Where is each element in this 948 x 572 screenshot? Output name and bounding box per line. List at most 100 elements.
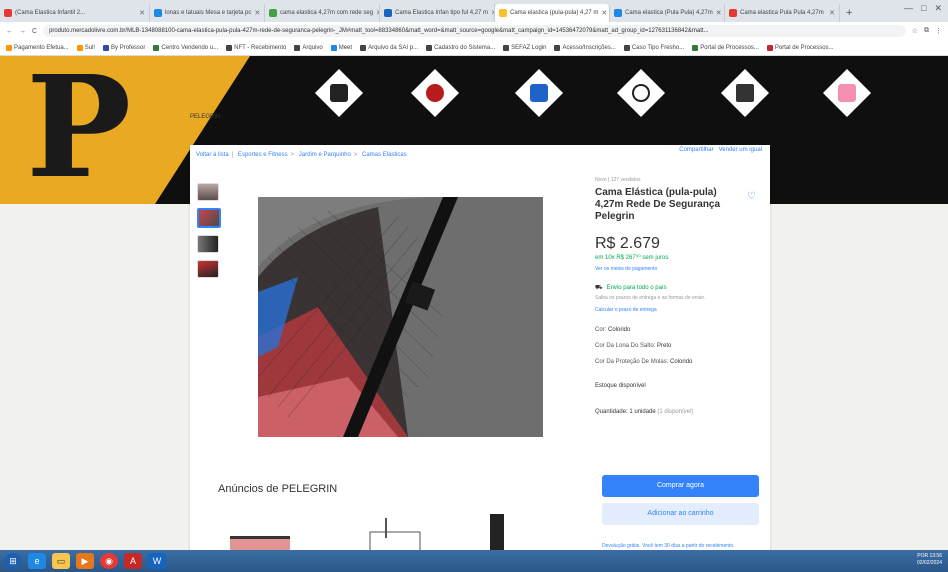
bookmark-item[interactable]: SEFAZ Login — [503, 44, 546, 51]
close-tab-icon[interactable]: ✕ — [601, 9, 607, 17]
product-price: R$ 2.679 — [595, 235, 660, 252]
start-button[interactable]: ⊞ — [4, 553, 22, 569]
bookmark-item[interactable]: Meet — [330, 44, 352, 51]
url-field[interactable]: produto.mercadolivre.com.br/MLB-13480881… — [43, 25, 906, 37]
bookmark-item[interactable]: Arquivo — [294, 44, 323, 51]
maximize-icon[interactable]: □ — [921, 3, 926, 14]
browser-tab[interactable]: Cama Elastica Infan tipo ful 4,27 m✕ — [380, 4, 495, 22]
thumbnail[interactable] — [197, 183, 219, 201]
tab-favicon — [4, 9, 12, 17]
close-tab-icon[interactable]: ✕ — [829, 9, 835, 17]
new-tab-button[interactable]: + — [840, 4, 858, 22]
close-tab-icon[interactable]: ✕ — [139, 9, 145, 17]
tab-title: (Cama Elastica Infantil 2... — [15, 10, 86, 16]
taskbar: ⊞ e ▭ ▶ ◉ A W POR 13:56 02/02/2024 — [0, 550, 948, 572]
word-icon[interactable]: W — [148, 553, 166, 569]
chrome-icon[interactable]: ◉ — [100, 553, 118, 569]
thumbnail[interactable] — [197, 260, 219, 278]
bookmark-item[interactable]: By Professor — [103, 44, 145, 51]
bookmark-icon — [623, 44, 630, 51]
breadcrumb-item[interactable]: Esportes e Fitness — [238, 152, 288, 158]
bookmark-icon — [330, 44, 337, 51]
share-links: Compartilhar Vender um igual — [679, 147, 762, 153]
browser-tab[interactable]: lonas e tatuais Mesa e tarjeta pc ✕ — [150, 4, 265, 22]
window-controls[interactable]: — □ ✕ — [904, 3, 942, 14]
bookmark-icon — [554, 44, 561, 51]
banner-letter: P — [26, 56, 132, 204]
breadcrumb-item[interactable]: Camas Elásticas — [362, 152, 407, 158]
browser-tab[interactable]: Cama elastica (pula-pula) 4,27 m ✕ — [495, 4, 610, 22]
shipping-title: Envio para todo o país — [606, 285, 667, 291]
thumbnail[interactable] — [197, 235, 219, 253]
attribute-mat-color: Cor Da Lona Do Salto: Preto — [595, 343, 672, 349]
shipping-note: Saiba os prazos de entrega e as formas d… — [595, 295, 706, 301]
folder-icon[interactable]: ▭ — [52, 553, 70, 569]
tab-favicon — [614, 9, 622, 17]
bookmark-icon — [503, 44, 510, 51]
share-link[interactable]: Compartilhar — [679, 147, 713, 153]
bookmark-item[interactable]: Caso Tipo Fresho... — [623, 44, 684, 51]
breadcrumb-item[interactable]: Jardim e Parquinho — [299, 152, 351, 158]
bookmark-item[interactable]: Cadastro do Sistema... — [426, 44, 495, 51]
tab-favicon — [269, 9, 277, 17]
bookmark-item[interactable]: NFT - Recebimento — [226, 44, 286, 51]
close-tab-icon[interactable]: ✕ — [254, 9, 260, 17]
bookmark-icon — [294, 44, 301, 51]
bookmark-icon — [103, 44, 110, 51]
shipping-calc-link[interactable]: Calcular o prazo de entrega — [595, 307, 765, 313]
bookmark-icon — [6, 44, 12, 51]
thumbnail[interactable] — [197, 208, 221, 228]
tab-favicon — [384, 9, 392, 17]
bookmark-item[interactable]: Sul! — [76, 44, 95, 51]
media-icon[interactable]: ▶ — [76, 553, 94, 569]
breadcrumb: Voltar à lista | Esportes e Fitness > Jard… — [196, 152, 407, 158]
browser-tab[interactable]: Cama elastica Pula Pula 4,27m ✕ — [725, 4, 840, 22]
bookmark-icon — [426, 44, 433, 51]
bookmark-item[interactable]: Arquivo da SAI p... — [360, 44, 418, 51]
sell-similar-link[interactable]: Vender um igual — [719, 147, 762, 153]
ie-icon[interactable]: e — [28, 553, 46, 569]
banner-pink-chair-icon — [822, 68, 872, 118]
reload-icon[interactable]: C — [32, 28, 37, 35]
tab-title: Cama elastica Pula Pula 4,27m — [740, 10, 824, 16]
banner-office-chair-icon — [720, 68, 770, 118]
banner-ball-icon — [410, 68, 460, 118]
banner-logo: PELEGRIN — [190, 104, 220, 120]
attribute-color: Cor: Colorido — [595, 327, 631, 333]
tab-favicon — [729, 9, 737, 17]
add-to-cart-button[interactable]: Adicionar ao carrinho — [602, 503, 759, 525]
truck-icon: ⛟ — [595, 285, 603, 291]
heart-icon[interactable]: ♡ — [747, 191, 756, 202]
buy-now-button[interactable]: Comprar agora — [602, 475, 759, 497]
seller-ads-title: Anúncios de PELEGRIN — [218, 483, 338, 495]
bookmark-item[interactable]: Portal de Processos... — [692, 44, 759, 51]
browser-tab[interactable]: (Cama Elastica Infantil 2... ✕ — [0, 4, 150, 22]
browser-tab[interactable]: Cama elastica (Pula Pula) 4,27m ✕ — [610, 4, 725, 22]
return-policy-link[interactable]: Devolução grátis. Você tem 30 dias a par… — [602, 543, 735, 549]
installments: em 10x R$ 267⁹⁰ sem juros — [595, 255, 669, 261]
banner-bike-icon — [616, 68, 666, 118]
menu-icon[interactable]: ⋮ — [935, 27, 942, 35]
breadcrumb-back[interactable]: Voltar à lista — [196, 152, 229, 158]
system-tray[interactable]: POR 13:56 02/02/2024 — [917, 553, 942, 567]
forward-icon[interactable]: → — [19, 28, 26, 35]
bookmark-item[interactable]: Centro Vendendo u... — [153, 44, 218, 51]
close-icon[interactable]: ✕ — [934, 3, 942, 14]
product-info: Novo | 127 vendidos Cama Elástica (pula-… — [595, 177, 765, 415]
payment-methods-link[interactable]: Ver os meios de pagamento — [595, 266, 765, 272]
minimize-icon[interactable]: — — [904, 3, 913, 14]
product-main-image[interactable] — [258, 197, 543, 437]
pdf-icon[interactable]: A — [124, 553, 142, 569]
bookmark-item[interactable]: Pagamento Efetua... — [6, 44, 69, 51]
bookmark-item[interactable]: Portal de Processos... — [766, 44, 834, 51]
language-indicator: POR — [917, 553, 929, 559]
browser-tab[interactable]: cama elastica 4,27m com rede seg✕ — [265, 4, 380, 22]
back-icon[interactable]: ← — [6, 28, 13, 35]
product-title: Cama Elástica (pula-pula) 4,27m Rede De … — [595, 187, 721, 222]
bookmark-icon — [226, 44, 233, 51]
bookmark-item[interactable]: Acesso/Inscrições... — [554, 44, 616, 51]
extensions-icon[interactable]: ⧉ — [924, 27, 929, 35]
close-tab-icon[interactable]: ✕ — [716, 9, 722, 17]
quantity-selector[interactable]: Quantidade: 1 unidade (1 disponível) — [595, 409, 765, 415]
star-icon[interactable]: ☆ — [912, 27, 918, 35]
